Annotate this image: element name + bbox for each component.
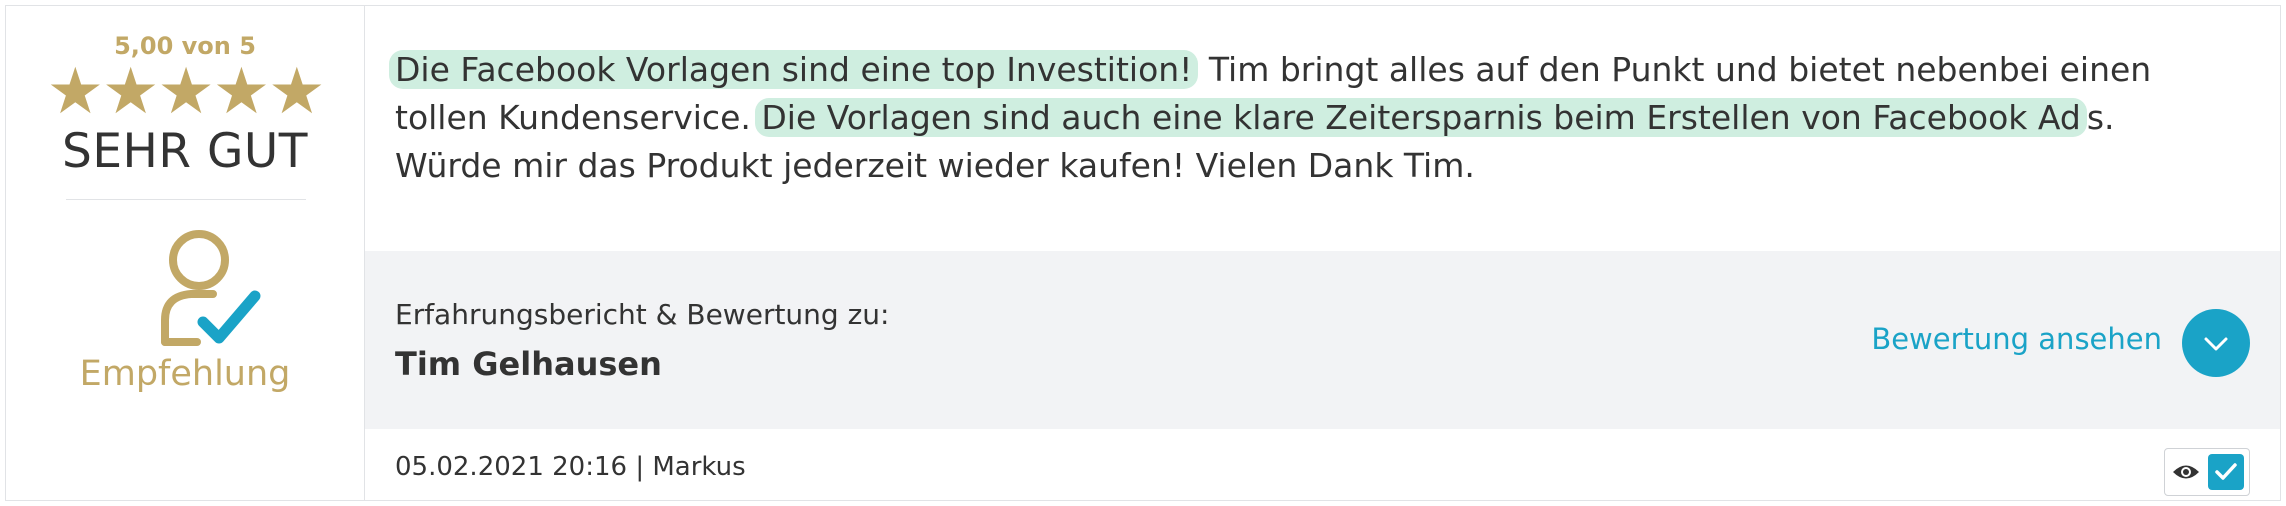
review-text: Die Facebook Vorlagen sind eine top Inve…	[389, 46, 2220, 190]
review-content: Die Facebook Vorlagen sind eine top Inve…	[365, 6, 2280, 500]
subject-name: Tim Gelhausen	[395, 345, 662, 383]
view-review-link[interactable]: Bewertung ansehen	[1871, 322, 2162, 356]
expand-review-button[interactable]	[2182, 309, 2250, 377]
verified-check-badge	[2208, 454, 2244, 490]
verification-badges	[2164, 448, 2250, 496]
subject-panel: Erfahrungsbericht & Bewertung zu: Tim Ge…	[365, 251, 2280, 429]
review-card: 5,00 von 5 ★★★★★ SEHR GUT Empfehlung Die…	[5, 5, 2281, 501]
highlighted-phrase: Die Facebook Vorlagen sind eine top Inve…	[389, 50, 1199, 89]
verdict-text: SEHR GUT	[62, 124, 308, 179]
eye-icon	[2173, 465, 2199, 479]
chevron-down-icon	[2204, 337, 2228, 351]
highlighted-phrase: Die Vorlagen sind auch eine klare Zeiter…	[755, 98, 2087, 137]
divider	[66, 199, 306, 200]
review-meta: 05.02.2021 20:16 | Markus	[395, 452, 746, 482]
subject-label: Erfahrungsbericht & Bewertung zu:	[395, 298, 890, 331]
recommendation-label: Empfehlung	[79, 354, 291, 394]
star-rating: ★★★★★	[46, 55, 326, 129]
checkmark-icon	[2215, 463, 2237, 480]
rating-panel: 5,00 von 5 ★★★★★ SEHR GUT Empfehlung	[6, 6, 365, 500]
recommendation-user-check-icon	[161, 230, 261, 346]
